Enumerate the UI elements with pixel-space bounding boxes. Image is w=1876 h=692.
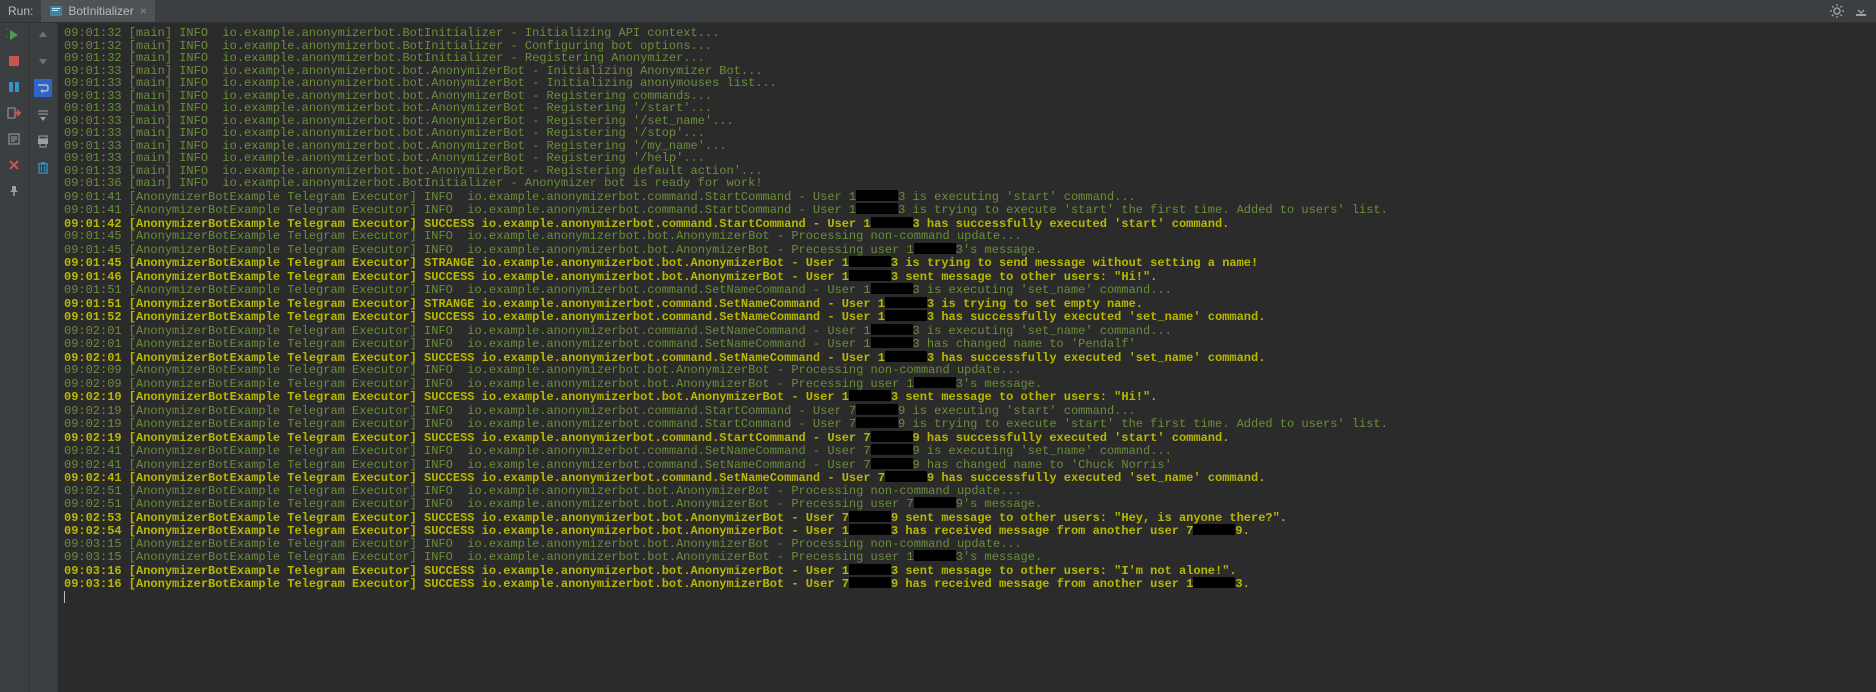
log-line: 09:02:09 [AnonymizerBotExample Telegram … (64, 364, 1870, 377)
soft-wrap-icon[interactable] (34, 79, 52, 97)
log-line: 09:01:51 [AnonymizerBotExample Telegram … (64, 283, 1870, 297)
log-line: 09:03:15 [AnonymizerBotExample Telegram … (64, 538, 1870, 551)
exit-icon[interactable] (6, 105, 22, 121)
log-line: 09:01:41 [AnonymizerBotExample Telegram … (64, 203, 1870, 217)
rerun-icon[interactable] (6, 27, 22, 43)
log-line: 09:02:41 [AnonymizerBotExample Telegram … (64, 458, 1870, 472)
log-line: 09:01:45 [AnonymizerBotExample Telegram … (64, 256, 1870, 270)
log-line: 09:01:33 [main] INFO io.example.anonymiz… (64, 77, 1870, 90)
log-line: 09:02:19 [AnonymizerBotExample Telegram … (64, 417, 1870, 431)
thread-dump-icon[interactable] (6, 131, 22, 147)
close-run-icon[interactable] (6, 157, 22, 173)
log-line: 09:03:16 [AnonymizerBotExample Telegram … (64, 564, 1870, 578)
log-line: 09:02:51 [AnonymizerBotExample Telegram … (64, 485, 1870, 498)
left-gutter (0, 23, 29, 692)
log-line: 09:01:32 [main] INFO io.example.anonymiz… (64, 52, 1870, 65)
log-line: 09:02:51 [AnonymizerBotExample Telegram … (64, 497, 1870, 511)
log-line: 09:02:41 [AnonymizerBotExample Telegram … (64, 471, 1870, 485)
close-icon[interactable]: × (140, 4, 147, 18)
log-line: 09:02:10 [AnonymizerBotExample Telegram … (64, 390, 1870, 404)
run-tool-header: Run: BotInitializer × (0, 0, 1876, 23)
pin-icon[interactable] (6, 183, 22, 199)
log-line: 09:02:19 [AnonymizerBotExample Telegram … (64, 431, 1870, 445)
run-tab[interactable]: BotInitializer × (41, 0, 154, 22)
pause-icon[interactable] (6, 79, 22, 95)
print-icon[interactable] (35, 133, 51, 149)
caret-line (64, 591, 1870, 607)
up-icon[interactable] (35, 27, 51, 43)
clear-all-icon[interactable] (35, 159, 51, 175)
run-tab-label: BotInitializer (68, 4, 133, 18)
log-line: 09:01:42 [AnonymizerBotExample Telegram … (64, 217, 1870, 231)
log-line: 09:01:33 [main] INFO io.example.anonymiz… (64, 127, 1870, 140)
log-line: 09:02:01 [AnonymizerBotExample Telegram … (64, 324, 1870, 338)
gear-icon[interactable] (1830, 4, 1844, 18)
hide-icon[interactable] (1854, 4, 1868, 18)
log-line: 09:02:01 [AnonymizerBotExample Telegram … (64, 351, 1870, 365)
log-line: 09:02:41 [AnonymizerBotExample Telegram … (64, 444, 1870, 458)
log-line: 09:01:46 [AnonymizerBotExample Telegram … (64, 270, 1870, 284)
log-line: 09:01:32 [main] INFO io.example.anonymiz… (64, 27, 1870, 40)
run-label: Run: (0, 4, 41, 18)
run-config-icon (49, 4, 63, 18)
log-line: 09:02:01 [AnonymizerBotExample Telegram … (64, 337, 1870, 351)
stop-icon[interactable] (6, 53, 22, 69)
log-line: 09:02:09 [AnonymizerBotExample Telegram … (64, 377, 1870, 391)
down-icon[interactable] (35, 53, 51, 69)
log-line: 09:01:51 [AnonymizerBotExample Telegram … (64, 297, 1870, 311)
log-line: 09:01:52 [AnonymizerBotExample Telegram … (64, 310, 1870, 324)
log-line: 09:01:41 [AnonymizerBotExample Telegram … (64, 190, 1870, 204)
console-output[interactable]: 09:01:32 [main] INFO io.example.anonymiz… (58, 23, 1876, 692)
log-line: 09:02:54 [AnonymizerBotExample Telegram … (64, 524, 1870, 538)
log-line: 09:01:36 [main] INFO io.example.anonymiz… (64, 177, 1870, 190)
log-line: 09:03:15 [AnonymizerBotExample Telegram … (64, 550, 1870, 564)
log-line: 09:02:19 [AnonymizerBotExample Telegram … (64, 404, 1870, 418)
log-line: 09:01:45 [AnonymizerBotExample Telegram … (64, 243, 1870, 257)
console-toolbar (29, 23, 58, 692)
scroll-to-end-icon[interactable] (35, 107, 51, 123)
log-line: 09:01:33 [main] INFO io.example.anonymiz… (64, 152, 1870, 165)
log-line: 09:03:16 [AnonymizerBotExample Telegram … (64, 577, 1870, 591)
log-line: 09:02:53 [AnonymizerBotExample Telegram … (64, 511, 1870, 525)
log-line: 09:01:33 [main] INFO io.example.anonymiz… (64, 102, 1870, 115)
log-line: 09:01:45 [AnonymizerBotExample Telegram … (64, 230, 1870, 243)
